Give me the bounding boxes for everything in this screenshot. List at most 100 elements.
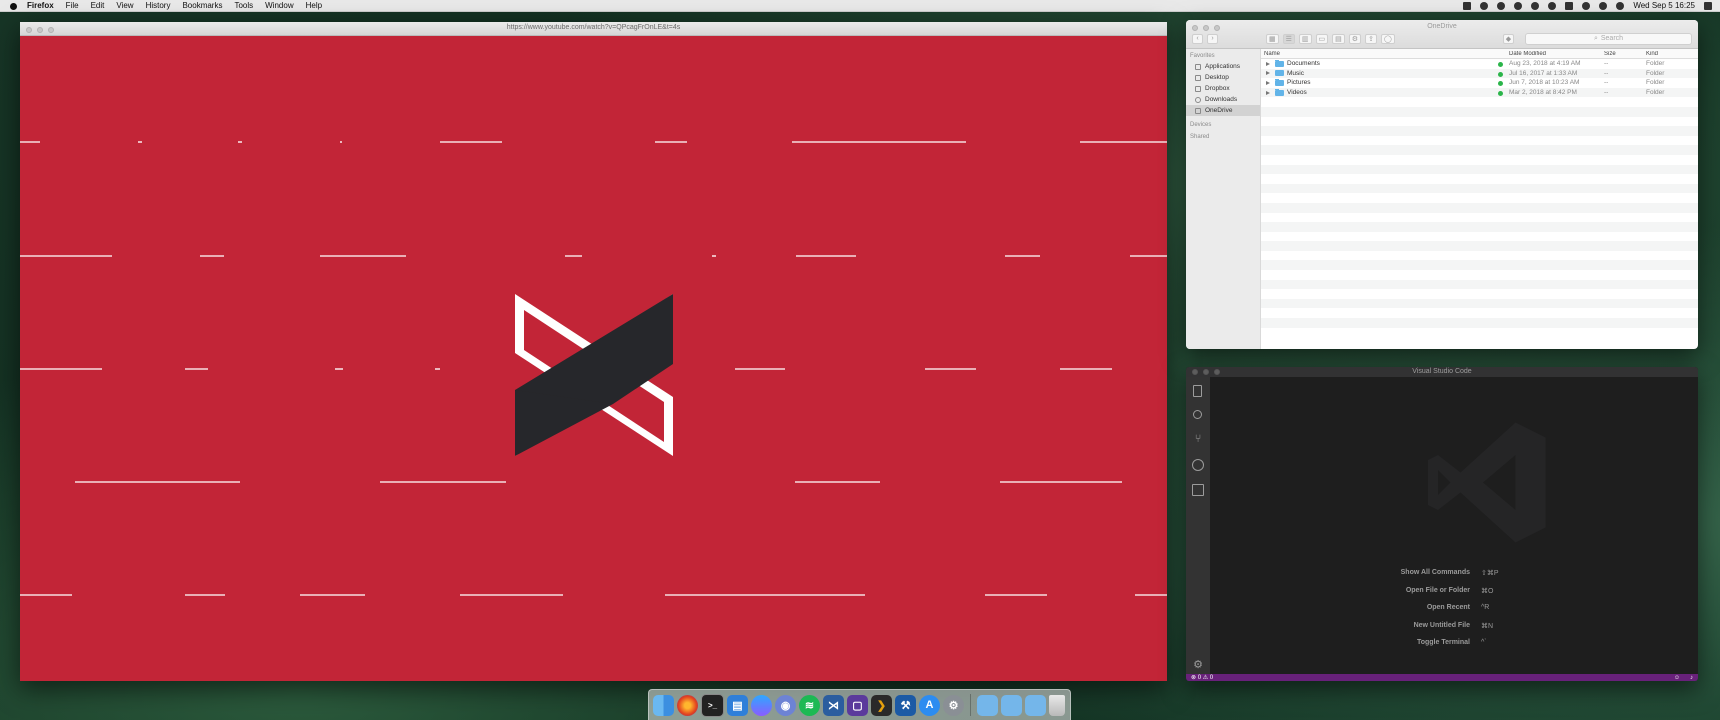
menu-view[interactable]: View xyxy=(116,1,133,10)
column-header-date[interactable]: Date Modified xyxy=(1506,51,1601,57)
explorer-icon[interactable] xyxy=(1193,385,1202,397)
devices-header[interactable]: Devices xyxy=(1190,122,1260,128)
disclosure-triangle-icon[interactable] xyxy=(1266,71,1270,76)
file-name: Music xyxy=(1287,69,1304,77)
sidebar-item-onedrive[interactable]: OneDrive xyxy=(1186,105,1260,116)
sidebar-item-downloads[interactable]: Downloads xyxy=(1186,94,1260,105)
search-icon[interactable] xyxy=(1193,410,1202,419)
dock-vscode-icon[interactable]: ⋊ xyxy=(823,694,844,716)
disclosure-triangle-icon[interactable] xyxy=(1266,90,1270,95)
dock-system-preferences-icon[interactable]: ⚙ xyxy=(943,694,964,716)
dock-plex-icon[interactable]: ❯ xyxy=(871,694,892,716)
dock-terminal-icon[interactable]: >_ xyxy=(701,693,724,717)
file-date: Jul 16, 2017 at 1:33 AM xyxy=(1509,69,1578,77)
siri-icon[interactable] xyxy=(1616,1,1625,10)
sidebar-item-applications[interactable]: Applications xyxy=(1186,61,1260,72)
table-row[interactable]: Videos Mar 2, 2018 at 8:42 PM -- Folder xyxy=(1261,87,1698,98)
action-gear-button[interactable]: ⚙ xyxy=(1348,33,1362,44)
shortcut-row[interactable]: New Untitled File ⌘N xyxy=(1210,622,1698,640)
empty-row xyxy=(1261,298,1698,309)
dropbox-toolbar-button[interactable]: ◆ xyxy=(1502,33,1515,44)
firefox-titlebar[interactable]: https://www.youtube.com/watch?v=QPcagFrO… xyxy=(20,22,1167,36)
shortcut-row[interactable]: Toggle Terminal ^` xyxy=(1210,639,1698,657)
dock: >_ ▤ ◉ ≋ ⋊ ▢ ❯ ⚒ A ⚙ xyxy=(648,689,1071,720)
share-button[interactable]: ⇪ xyxy=(1365,33,1377,44)
forward-button[interactable]: › xyxy=(1207,33,1218,44)
list-view-button[interactable]: ☰ xyxy=(1282,33,1295,44)
dock-messenger-icon[interactable] xyxy=(751,694,772,716)
icon-view-button[interactable]: ▦ xyxy=(1266,33,1279,44)
group-button[interactable]: ▤ xyxy=(1332,33,1345,44)
column-header-name[interactable]: Name xyxy=(1261,51,1506,57)
tags-button[interactable]: ◯ xyxy=(1380,33,1395,44)
dock-finder-icon[interactable] xyxy=(653,694,674,716)
bluetooth-icon[interactable] xyxy=(1531,1,1540,10)
video-player[interactable] xyxy=(20,36,1167,681)
manage-gear-icon[interactable]: ⚙ xyxy=(1192,659,1204,671)
welcome-shortcuts: Show All Commands ⇧⌘P Open File or Folder… xyxy=(1210,569,1698,657)
column-view-button[interactable]: ▥ xyxy=(1298,33,1312,44)
shortcut-row[interactable]: Open File or Folder ⌘O xyxy=(1210,587,1698,605)
problems-indicator[interactable]: ⊗ 0 ⚠ 0 xyxy=(1191,674,1213,681)
page-url[interactable]: https://www.youtube.com/watch?v=QPcagFrO… xyxy=(20,24,1167,31)
extensions-icon[interactable] xyxy=(1192,484,1204,496)
dock-trash-icon[interactable] xyxy=(1049,694,1065,716)
column-header-size[interactable]: Size xyxy=(1601,51,1643,57)
dock-downloads-folder-icon[interactable] xyxy=(1025,694,1046,716)
dock-app-store-icon[interactable]: A xyxy=(919,694,940,716)
sidebar-item-dropbox[interactable]: Dropbox xyxy=(1186,83,1260,94)
feedback-icon[interactable]: ☺ xyxy=(1674,675,1680,681)
disclosure-triangle-icon[interactable] xyxy=(1266,61,1270,66)
wifi-icon[interactable] xyxy=(1548,1,1557,10)
gallery-view-button[interactable]: ▭ xyxy=(1315,33,1329,44)
vscode-titlebar[interactable]: Visual Studio Code xyxy=(1186,367,1698,377)
spotlight-icon[interactable] xyxy=(1582,1,1591,10)
menu-file[interactable]: File xyxy=(66,1,79,10)
sidebar-item-label: Downloads xyxy=(1205,96,1238,103)
shared-header[interactable]: Shared xyxy=(1190,134,1260,140)
notification-center-icon[interactable] xyxy=(1704,1,1712,10)
volume-icon[interactable] xyxy=(1565,1,1574,10)
dock-twitch-icon[interactable]: ▢ xyxy=(847,694,868,716)
menu-window[interactable]: Window xyxy=(265,1,293,10)
dock-firefox-icon[interactable] xyxy=(677,694,698,716)
dock-notes-icon[interactable]: ▤ xyxy=(727,694,748,716)
shortcut-row[interactable]: Show All Commands ⇧⌘P xyxy=(1210,569,1698,587)
menu-edit[interactable]: Edit xyxy=(91,1,105,10)
dock-xcode-icon[interactable]: ⚒ xyxy=(895,694,916,716)
dock-discord-icon[interactable]: ◉ xyxy=(775,694,796,716)
table-row[interactable]: Pictures Jun 7, 2018 at 10:23 AM -- Fold… xyxy=(1261,78,1698,88)
menu-bookmarks[interactable]: Bookmarks xyxy=(182,1,222,10)
back-button[interactable]: ‹ xyxy=(1192,33,1203,44)
sidebar-item-desktop[interactable]: Desktop xyxy=(1186,72,1260,83)
editor-area[interactable]: Show All Commands ⇧⌘P Open File or Folder… xyxy=(1210,377,1698,674)
notifications-bell-icon[interactable]: ♪ xyxy=(1690,675,1693,681)
search-field[interactable]: ⌕ Search xyxy=(1525,32,1692,45)
warning-icon: ⚠ xyxy=(1202,675,1209,681)
table-row[interactable]: Documents Aug 23, 2018 at 4:19 AM -- Fol… xyxy=(1261,59,1698,69)
menu-app-name[interactable]: Firefox xyxy=(27,1,54,10)
dropbox-icon[interactable] xyxy=(1463,1,1472,10)
error-icon: ⊗ xyxy=(1191,675,1197,681)
dock-applications-folder-icon[interactable] xyxy=(977,694,998,716)
dock-spotify-icon[interactable]: ≋ xyxy=(799,694,820,716)
menu-history[interactable]: History xyxy=(146,1,171,10)
cloud-icon[interactable] xyxy=(1514,1,1523,10)
antenna-icon[interactable] xyxy=(1480,1,1489,10)
apple-menu-icon[interactable] xyxy=(9,2,19,10)
column-header-kind[interactable]: Kind xyxy=(1643,51,1693,57)
time-machine-icon[interactable] xyxy=(1497,1,1506,10)
empty-row xyxy=(1261,222,1698,232)
table-row[interactable]: Music Jul 16, 2017 at 1:33 AM -- Folder xyxy=(1261,68,1698,79)
debug-icon[interactable] xyxy=(1192,459,1204,471)
shortcut-row[interactable]: Open Recent ^R xyxy=(1210,604,1698,622)
menu-help[interactable]: Help xyxy=(306,1,322,10)
dock-documents-folder-icon[interactable] xyxy=(1001,694,1022,716)
source-control-icon[interactable]: ⑂ xyxy=(1192,433,1204,445)
disclosure-triangle-icon[interactable] xyxy=(1266,80,1270,85)
menu-clock[interactable]: Wed Sep 5 16:25 xyxy=(1633,1,1695,10)
menu-tools[interactable]: Tools xyxy=(234,1,253,10)
user-icon[interactable] xyxy=(1599,1,1608,10)
sync-status-icon xyxy=(1498,91,1503,97)
firefox-window: https://www.youtube.com/watch?v=QPcagFrO… xyxy=(20,22,1167,681)
